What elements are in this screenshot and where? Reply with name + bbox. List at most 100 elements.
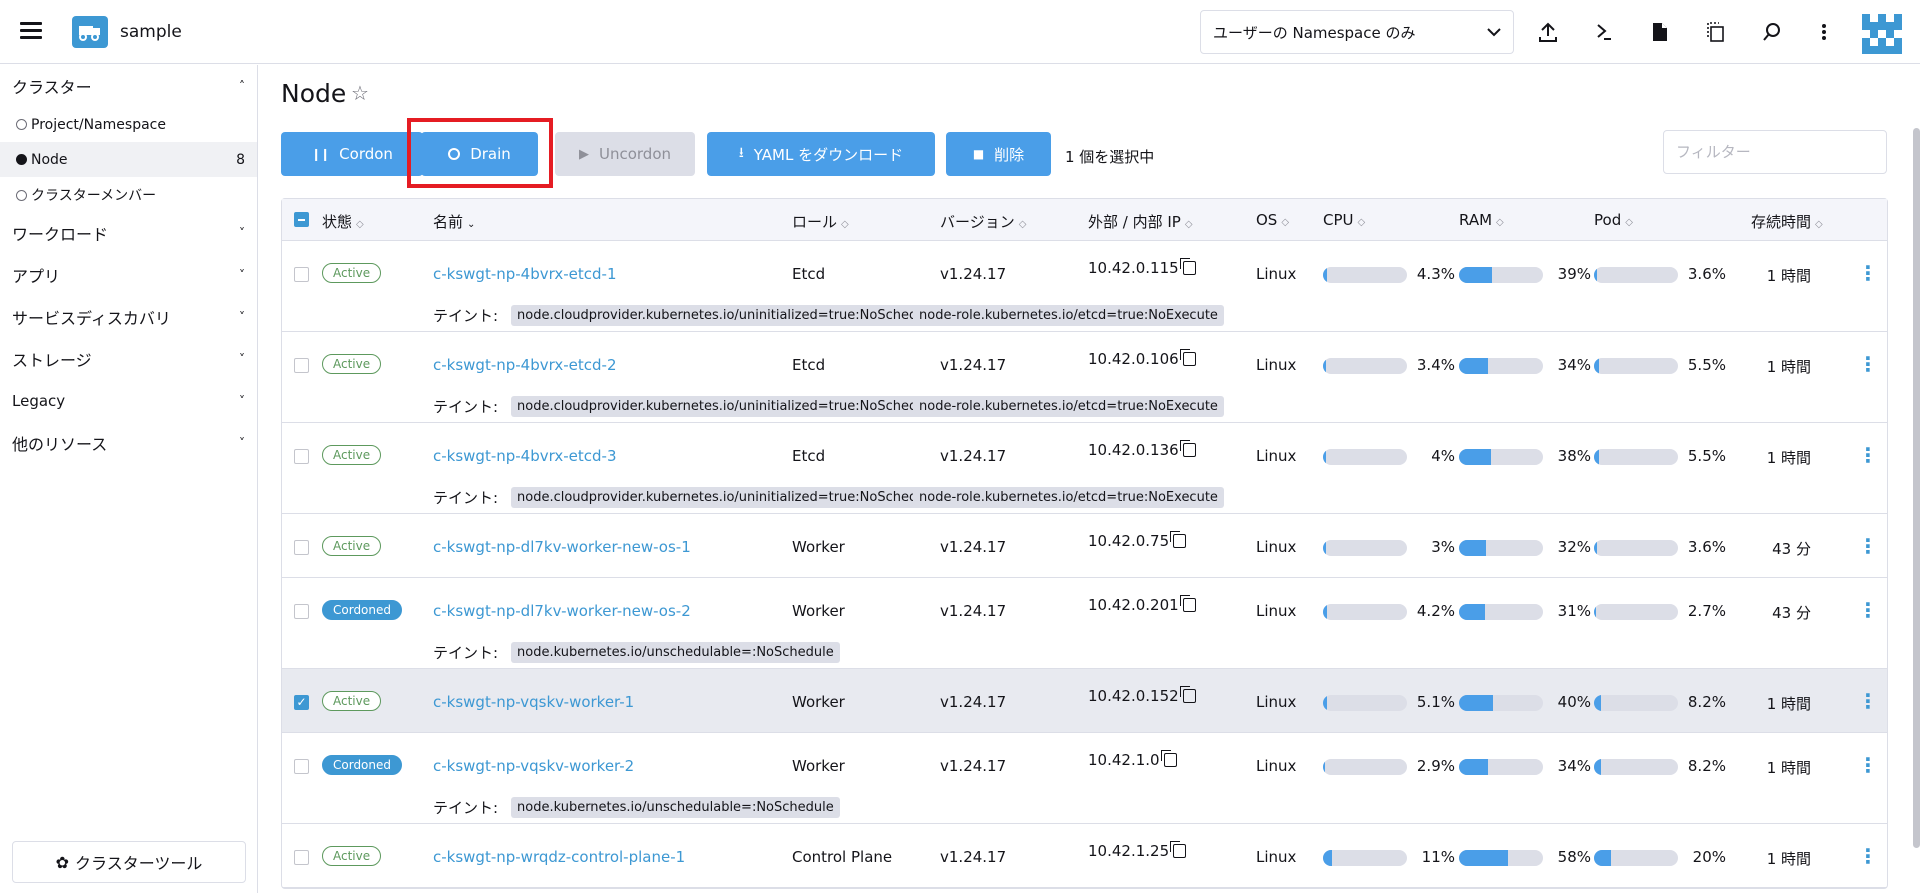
nav-group-apps[interactable]: アプリ ˅ (0, 254, 257, 296)
node-age: 1 時間 (1766, 759, 1811, 777)
nav-group-legacy[interactable]: Legacy ˅ (0, 380, 257, 422)
node-ip-text: 10.42.1.0 (1088, 751, 1160, 769)
delete-button[interactable]: ■ 削除 (946, 132, 1051, 176)
column-header-cpu[interactable]: CPU ◇ (1323, 211, 1365, 229)
nav-group-more-resources[interactable]: 他のリソース ˅ (0, 422, 257, 464)
node-name-link[interactable]: c-kswgt-np-4bvrx-etcd-3 (433, 447, 617, 465)
top-header: sample ユーザーの Namespace のみ (0, 0, 1920, 64)
download-kubeconfig-icon[interactable] (1648, 20, 1672, 44)
table-row[interactable]: Cordoned c-kswgt-np-dl7kv-worker-new-os-2… (282, 578, 1887, 669)
nav-group-service-discovery[interactable]: サービスディスカバリ ˅ (0, 296, 257, 338)
nav-group-workload[interactable]: ワークロード ˅ (0, 212, 257, 254)
copy-icon[interactable] (1179, 595, 1196, 612)
node-name-link[interactable]: c-kswgt-np-vqskv-worker-1 (433, 693, 634, 711)
copy-kubeconfig-icon[interactable] (1704, 20, 1728, 44)
row-actions-icon[interactable]: ⋮ (1858, 598, 1878, 622)
column-header-version[interactable]: バージョン ◇ (940, 211, 1026, 232)
table-row[interactable]: Active c-kswgt-np-dl7kv-worker-new-os-1 Wo… (282, 514, 1887, 578)
node-name-link[interactable]: c-kswgt-np-4bvrx-etcd-2 (433, 356, 617, 374)
uncordon-button[interactable]: ▶ Uncordon (555, 132, 695, 176)
row-actions-icon[interactable]: ⋮ (1858, 352, 1878, 376)
column-header-ram[interactable]: RAM ◇ (1459, 211, 1504, 229)
copy-icon[interactable] (1179, 349, 1196, 366)
table-row[interactable]: Active c-kswgt-np-4bvrx-etcd-1 Etcd v1.24.1… (282, 241, 1887, 332)
table-row[interactable]: Cordoned c-kswgt-np-vqskv-worker-2 Worker v… (282, 733, 1887, 824)
sidebar-item-cluster-members[interactable]: クラスターメンバー (0, 177, 257, 212)
column-header-pod[interactable]: Pod ◇ (1594, 211, 1633, 229)
row-checkbox[interactable] (294, 540, 309, 555)
nav-group-cluster[interactable]: クラスター ˄ (0, 65, 257, 107)
sidebar-item-project-namespace[interactable]: Project/Namespace (0, 107, 257, 142)
row-checkbox[interactable] (294, 759, 309, 774)
column-header-ip[interactable]: 外部 / 内部 IP ◇ (1088, 211, 1193, 232)
namespace-filter-select[interactable]: ユーザーの Namespace のみ (1200, 10, 1514, 54)
column-header-os[interactable]: OS ◇ (1256, 211, 1289, 229)
cpu-usage-bar (1323, 449, 1407, 465)
cluster-tools-button[interactable]: ✿ クラスターツール (12, 841, 246, 883)
node-ip: 10.42.0.152 (1088, 686, 1196, 705)
row-actions-icon[interactable]: ⋮ (1858, 844, 1878, 868)
node-name-link[interactable]: c-kswgt-np-dl7kv-worker-new-os-2 (433, 602, 691, 620)
download-icon: ⭳ (738, 145, 744, 161)
copy-icon[interactable] (1179, 258, 1196, 275)
row-actions-icon[interactable]: ⋮ (1858, 753, 1878, 777)
row-actions-icon[interactable]: ⋮ (1858, 443, 1878, 467)
filter-input[interactable] (1663, 130, 1887, 174)
copy-icon[interactable] (1170, 841, 1187, 858)
copy-icon[interactable] (1170, 531, 1187, 548)
copy-icon[interactable] (1160, 750, 1177, 767)
node-name-link[interactable]: c-kswgt-np-4bvrx-etcd-1 (433, 265, 617, 283)
row-actions-icon[interactable]: ⋮ (1858, 534, 1878, 558)
favorite-star-icon[interactable]: ☆ (351, 81, 369, 105)
table-row[interactable]: ✓ Active c-kswgt-np-vqskv-worker-1 Worker v1… (282, 669, 1887, 733)
node-name-link[interactable]: c-kswgt-np-vqskv-worker-2 (433, 757, 634, 775)
row-checkbox[interactable]: ✓ (294, 695, 309, 710)
row-checkbox[interactable] (294, 850, 309, 865)
pod-usage-bar (1594, 695, 1678, 711)
download-yaml-button[interactable]: ⭳ YAML をダウンロード (707, 132, 935, 176)
pod-usage-bar (1594, 604, 1678, 620)
table-body: Active c-kswgt-np-4bvrx-etcd-1 Etcd v1.24.1… (282, 241, 1887, 888)
row-checkbox[interactable] (294, 267, 309, 282)
row-actions-icon[interactable]: ⋮ (1858, 689, 1878, 713)
table-row[interactable]: Active c-kswgt-np-wrqdz-control-plane-1 Co… (282, 824, 1887, 888)
chevron-down-icon: ˅ (239, 436, 245, 450)
import-yaml-icon[interactable] (1536, 20, 1560, 44)
user-avatar[interactable] (1862, 14, 1902, 54)
sidebar-item-count: 8 (236, 151, 245, 168)
kubectl-shell-icon[interactable] (1592, 20, 1616, 44)
table-row[interactable]: Active c-kswgt-np-4bvrx-etcd-2 Etcd v1.24.1… (282, 332, 1887, 423)
column-header-age[interactable]: 存続時間 ◇ (1751, 211, 1823, 232)
chevron-down-icon: ˅ (239, 310, 245, 324)
row-actions-icon[interactable]: ⋮ (1858, 261, 1878, 285)
pod-usage-bar (1594, 850, 1678, 866)
cluster-name: sample (120, 22, 182, 42)
select-all-checkbox[interactable] (294, 212, 309, 227)
node-name-link[interactable]: c-kswgt-np-dl7kv-worker-new-os-1 (433, 538, 691, 556)
sidebar-item-node[interactable]: Node 8 (0, 142, 257, 177)
taints-label: テイント: (433, 398, 499, 416)
copy-icon[interactable] (1179, 440, 1196, 457)
cpu-usage-bar (1323, 850, 1407, 866)
node-version: v1.24.17 (940, 848, 1007, 866)
copy-icon[interactable] (1179, 686, 1196, 703)
more-options-icon[interactable] (1812, 20, 1836, 44)
column-header-state[interactable]: 状態 ◇ (322, 211, 364, 232)
column-header-name[interactable]: 名前 ⌄ (433, 211, 475, 232)
row-checkbox[interactable] (294, 449, 309, 464)
drain-highlight-box (407, 118, 553, 188)
nav-group-storage[interactable]: ストレージ ˅ (0, 338, 257, 380)
vertical-scrollbar[interactable] (1913, 128, 1920, 848)
row-checkbox[interactable] (294, 358, 309, 373)
cluster-logo-icon[interactable] (72, 16, 108, 48)
cpu-usage-bar (1323, 695, 1407, 711)
cordon-button[interactable]: ❙❙ Cordon (281, 132, 423, 176)
table-row[interactable]: Active c-kswgt-np-4bvrx-etcd-3 Etcd v1.24.1… (282, 423, 1887, 514)
taint-chip: node-role.kubernetes.io/etcd=true:NoExec… (913, 487, 1224, 508)
column-header-role[interactable]: ロール ◇ (792, 211, 849, 232)
node-name-link[interactable]: c-kswgt-np-wrqdz-control-plane-1 (433, 848, 685, 866)
search-icon[interactable] (1760, 20, 1784, 44)
hamburger-menu-icon[interactable] (20, 22, 42, 40)
row-checkbox[interactable] (294, 604, 309, 619)
ram-usage-bar (1459, 449, 1543, 465)
